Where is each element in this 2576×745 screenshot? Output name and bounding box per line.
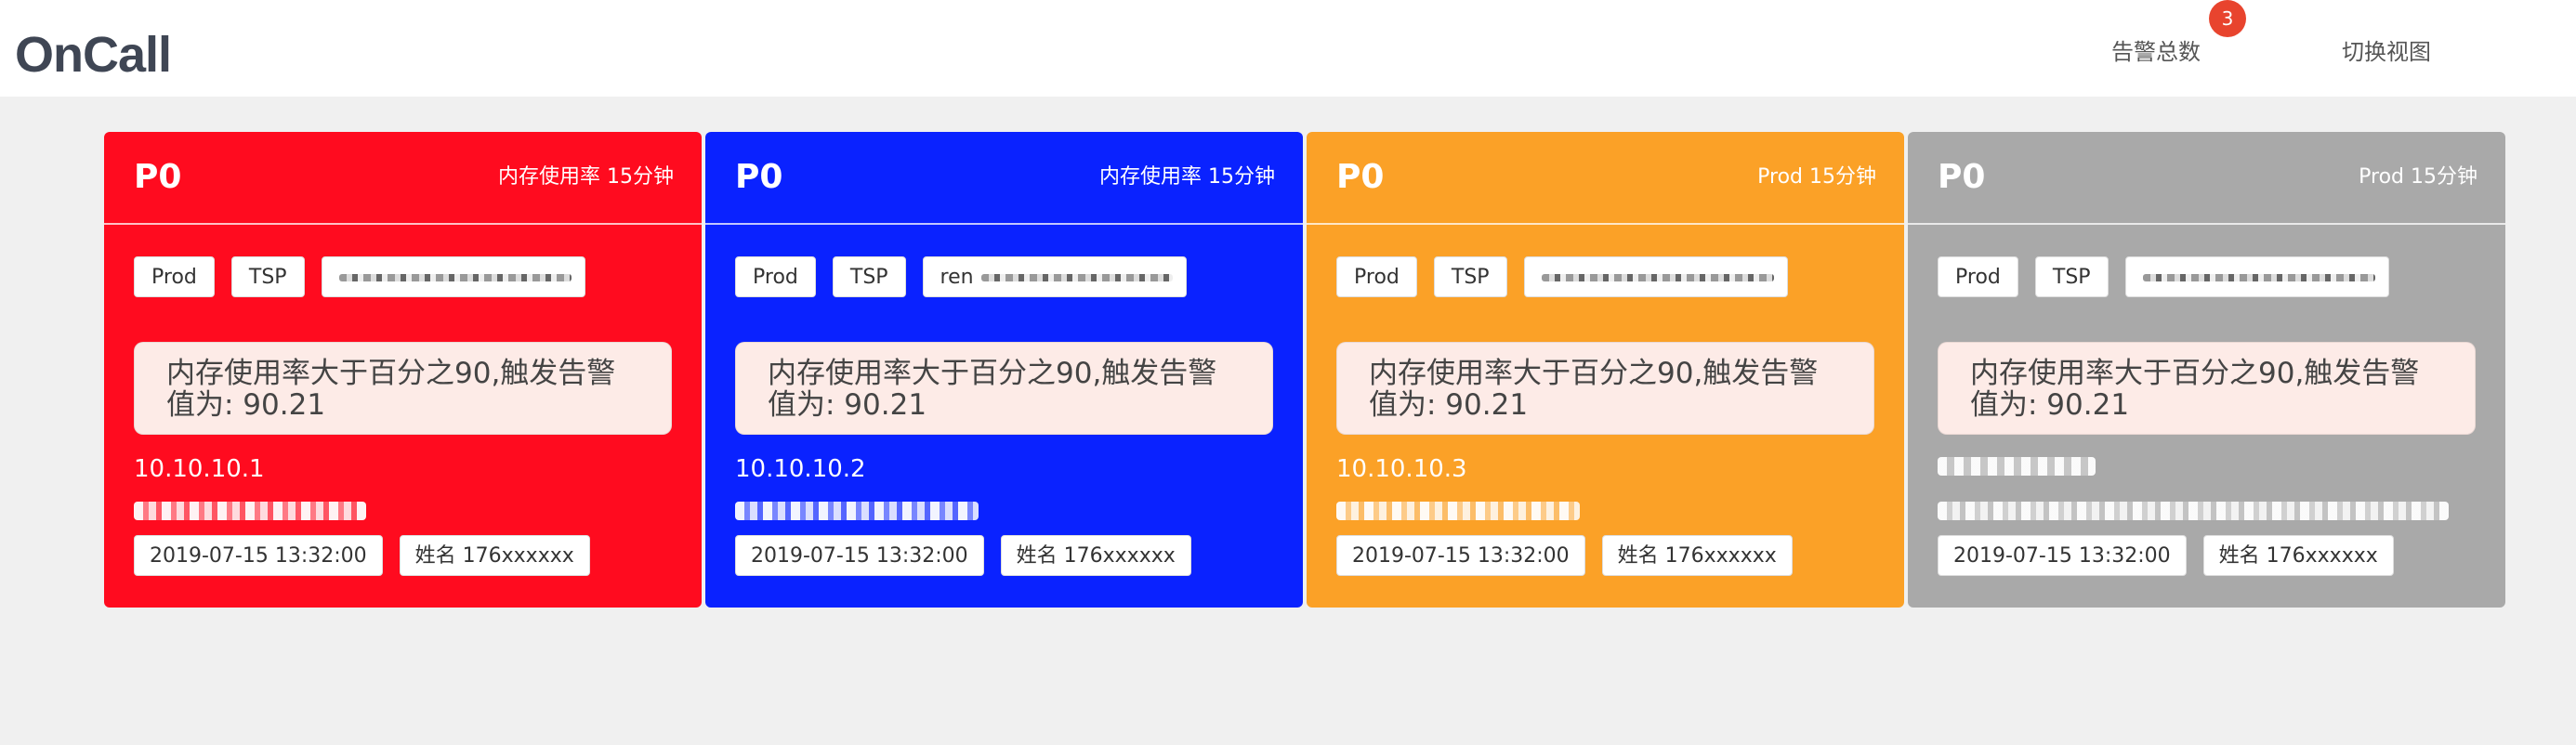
alert-message: 内存使用率大于百分之90,触发告警值为: 90.21 <box>1336 342 1874 435</box>
card-footer: 2019-07-15 13:32:00 姓名 176xxxxxx <box>1938 535 2394 576</box>
card-header: P0 Prod 15分钟 <box>1908 132 2505 225</box>
alert-ip: 10.10.10.2 <box>735 455 866 483</box>
tag-host-masked <box>1523 256 1788 297</box>
alert-rule: 内存使用率 15分钟 <box>1099 165 1275 189</box>
app-logo: OnCall <box>15 27 172 83</box>
alert-ip: 10.10.10.1 <box>134 455 265 483</box>
alert-message: 内存使用率大于百分之90,触发告警值为: 90.21 <box>134 342 672 435</box>
alert-message: 内存使用率大于百分之90,触发告警值为: 90.21 <box>735 342 1273 435</box>
masked-text <box>338 274 572 281</box>
alert-contact: 姓名 176xxxxxx <box>399 535 590 576</box>
alert-contact: 姓名 176xxxxxx <box>2202 535 2394 576</box>
alert-contact: 姓名 176xxxxxx <box>1000 535 1191 576</box>
alert-time: 2019-07-15 13:32:00 <box>1938 535 2187 576</box>
masked-hostname <box>735 502 979 520</box>
tag-service: TSP <box>230 256 305 297</box>
alert-card-list: P0 内存使用率 15分钟 Prod TSP 内存使用率大于百分之90,触发告警… <box>104 132 2505 608</box>
alert-card[interactable]: P0 内存使用率 15分钟 Prod TSP ren 内存使用率大于百分之90,… <box>705 132 1303 608</box>
alert-contact: 姓名 176xxxxxx <box>1601 535 1793 576</box>
alert-level: P0 <box>134 158 182 196</box>
alert-time: 2019-07-15 13:32:00 <box>1336 535 1585 576</box>
tag-env: Prod <box>735 256 816 297</box>
alert-ip: 10.10.10.3 <box>1336 455 1467 483</box>
tag-service: TSP <box>1433 256 1507 297</box>
masked-hostname <box>1336 502 1580 520</box>
card-header: P0 Prod 15分钟 <box>1307 132 1904 225</box>
alert-rule: Prod 15分钟 <box>1757 165 1876 189</box>
tag-host-masked <box>2124 256 2389 297</box>
card-header: P0 内存使用率 15分钟 <box>104 132 702 225</box>
masked-hostname <box>1938 502 2449 520</box>
tag-service: TSP <box>832 256 906 297</box>
card-footer: 2019-07-15 13:32:00 姓名 176xxxxxx <box>134 535 590 576</box>
alert-rule: Prod 15分钟 <box>2359 165 2477 189</box>
tag-host-masked <box>321 256 585 297</box>
masked-text <box>2142 274 2375 281</box>
masked-ip <box>1938 457 2096 476</box>
tag-host-masked: ren <box>922 256 1187 297</box>
alert-rule: 内存使用率 15分钟 <box>498 165 674 189</box>
alert-card[interactable]: P0 内存使用率 15分钟 Prod TSP 内存使用率大于百分之90,触发告警… <box>104 132 702 608</box>
alert-time: 2019-07-15 13:32:00 <box>134 535 383 576</box>
tag-env: Prod <box>134 256 215 297</box>
tag-service: TSP <box>2034 256 2109 297</box>
header: OnCall 告警总数 3 切换视图 <box>0 0 2576 97</box>
alert-count-badge: 3 <box>2209 0 2246 37</box>
card-header: P0 内存使用率 15分钟 <box>705 132 1303 225</box>
tag-row: Prod TSP ren <box>735 256 1187 297</box>
card-footer: 2019-07-15 13:32:00 姓名 176xxxxxx <box>735 535 1191 576</box>
card-footer: 2019-07-15 13:32:00 姓名 176xxxxxx <box>1336 535 1793 576</box>
tag-row: Prod TSP <box>1938 256 2389 297</box>
tag-env: Prod <box>1938 256 2018 297</box>
tag-row: Prod TSP <box>1336 256 1788 297</box>
tag-row: Prod TSP <box>134 256 585 297</box>
switch-view-button[interactable]: 切换视图 <box>2342 33 2431 66</box>
masked-text <box>1541 274 1774 281</box>
tag-env: Prod <box>1336 256 1417 297</box>
masked-hostname <box>134 502 366 520</box>
alert-card[interactable]: P0 Prod 15分钟 Prod TSP 内存使用率大于百分之90,触发告警值… <box>1307 132 1904 608</box>
alert-total-button[interactable]: 告警总数 <box>2111 33 2201 66</box>
alert-message: 内存使用率大于百分之90,触发告警值为: 90.21 <box>1938 342 2476 435</box>
masked-text <box>980 274 1173 281</box>
alert-level: P0 <box>1336 158 1385 196</box>
alert-card[interactable]: P0 Prod 15分钟 Prod TSP 内存使用率大于百分之90,触发告警值… <box>1908 132 2505 608</box>
alert-time: 2019-07-15 13:32:00 <box>735 535 984 576</box>
alert-level: P0 <box>735 158 783 196</box>
alert-level: P0 <box>1938 158 1986 196</box>
